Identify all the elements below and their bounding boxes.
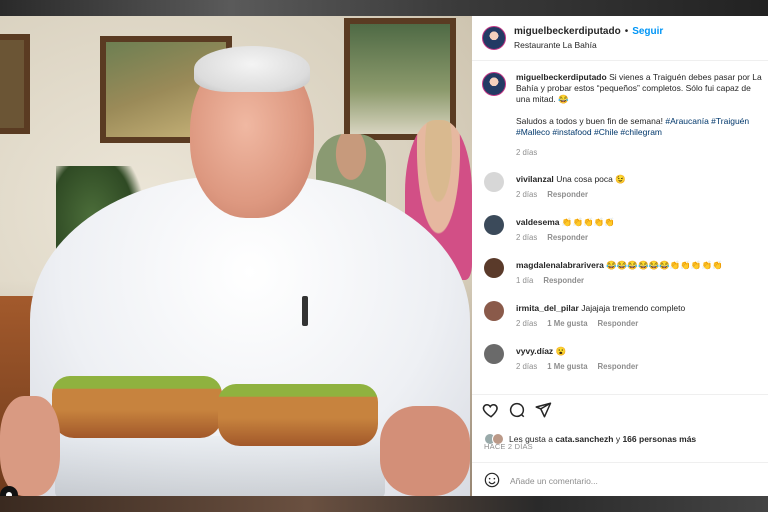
caption-text: miguelbeckerdiputado Si vienes a Traigué… [516,72,766,138]
comments-list[interactable]: miguelbeckerdiputado Si vienes a Traigué… [472,68,768,390]
pen [302,296,308,326]
header-username[interactable]: miguelbeckerdiputado [514,26,621,37]
reply-button[interactable]: Responder [598,362,639,371]
caption-body-2: Saludos a todos y buen fin de semana! [516,116,663,126]
comment-text: irmita_del_pilar Jajajaja tremendo compl… [516,303,686,313]
post-time: HACE 2 DÍAS [484,442,533,451]
comment-text: valdesema 👏👏👏👏👏 [516,217,615,227]
comment-item: valdesema 👏👏👏👏👏 2 días Responder [472,211,768,253]
likes-count[interactable]: 166 personas más [622,434,696,444]
comment-item: vyvy.díaz 😮 2 días 1 Me gusta Responder [472,340,768,382]
add-comment-bar [472,462,768,496]
header-username-line: miguelbeckerdiputado • Seguir [514,26,663,37]
avatar[interactable] [484,301,504,321]
share-icon[interactable] [534,401,552,419]
reply-button[interactable]: Responder [598,319,639,328]
hot-dog-bun [218,384,378,446]
avatar[interactable] [482,72,506,96]
separator: • [624,26,629,37]
post-header: miguelbeckerdiputado • Seguir Restaurante … [472,16,768,61]
post-actions: Les gusta a cata.sanchezh y 166 personas… [472,394,768,445]
caption-time: 2 días [516,148,538,157]
follow-button[interactable]: Seguir [632,26,663,37]
background-strip-top [0,0,768,16]
caption-username[interactable]: miguelbeckerdiputado [516,72,607,82]
avatar[interactable] [484,215,504,235]
man-hair [194,46,310,92]
avatar[interactable] [484,344,504,364]
comment-item: irmita_del_pilar Jajajaja tremendo compl… [472,297,768,339]
comment-text: magdalenalabrarivera 😂😂😂😂😂😂👏👏👏👏👏 [516,260,723,270]
comment-item: magdalenalabrarivera 😂😂😂😂😂😂👏👏👏👏👏 1 día Re… [472,254,768,296]
comment-meta: 2 días 1 Me gusta Responder [516,319,639,328]
comment-meta: 2 días Responder [516,233,588,242]
avatar[interactable] [484,258,504,278]
location-link[interactable]: Restaurante La Bahía [514,40,597,50]
likes-joiner: y [615,434,621,444]
heart-icon[interactable] [482,401,500,419]
reply-button[interactable]: Responder [547,233,588,242]
comment-meta: 2 días Responder [516,190,588,199]
wall-painting [0,34,30,134]
right-hand [380,406,470,496]
left-hand [0,396,60,496]
background-strip-bottom [0,496,768,512]
comment-meta: 2 días 1 Me gusta Responder [516,362,639,371]
comment-icon[interactable] [508,401,526,419]
emoji-icon[interactable] [484,472,500,488]
comment-likes[interactable]: 1 Me gusta [547,362,587,371]
comment-likes[interactable]: 1 Me gusta [547,319,587,328]
comment-input[interactable] [508,471,752,491]
post-side-panel: miguelbeckerdiputado • Seguir Restaurante … [472,16,768,496]
liker-username[interactable]: cata.sanchezh [555,434,613,444]
comment-meta: 1 día Responder [516,276,585,285]
comment-text: vyvy.díaz 😮 [516,346,567,356]
hot-dog-bun [52,376,222,438]
reply-button[interactable]: Responder [547,190,588,199]
comment-item: vivilanzal Una cosa poca 😉 2 días Respond… [472,168,768,210]
reply-button[interactable]: Responder [543,276,584,285]
post-photo[interactable] [0,16,472,496]
avatar[interactable] [484,172,504,192]
avatar[interactable] [482,26,506,50]
comment-text: vivilanzal Una cosa poca 😉 [516,174,626,184]
